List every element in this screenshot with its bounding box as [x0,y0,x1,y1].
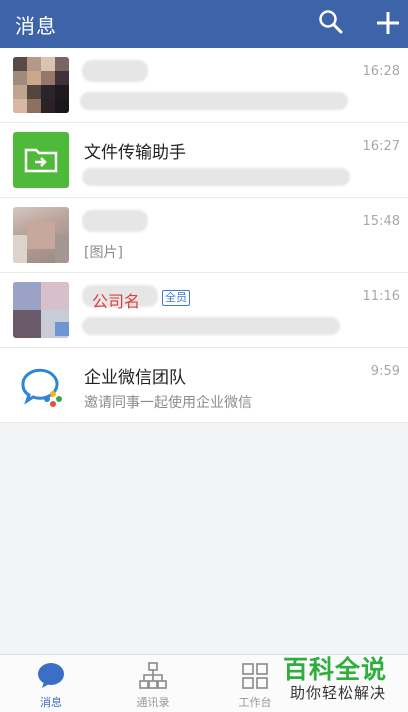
redacted-preview [82,168,350,186]
chat-item[interactable]: 企业微信团队 9:59 邀请同事一起使用企业微信 [0,348,408,423]
tab-messages[interactable]: 消息 [0,655,102,712]
chat-list: 16:28 文件传输助手 16:27 15:48 [图片] 公司名 全员 11:… [0,48,408,423]
redacted-name [82,210,148,232]
chat-item[interactable]: 16:28 [0,48,408,123]
avatar [13,132,69,188]
org-chart-icon [139,662,167,689]
redacted-name [82,60,148,82]
chat-time: 11:16 [362,289,400,304]
folder-icon [24,148,58,173]
top-bar: 消息 [0,0,408,48]
chat-time: 15:48 [362,214,400,229]
tab-label: 通讯录 [136,696,170,709]
chat-preview: [图片] [84,245,123,261]
all-members-badge: 全员 [162,290,190,306]
redacted-preview [80,92,348,110]
chat-name: 企业微信团队 [84,368,186,388]
avatar [13,357,69,413]
page-title: 消息 [15,14,57,38]
chat-time: 16:27 [362,139,400,154]
search-icon[interactable] [318,9,344,35]
watermark-subtitle: 助你轻松解决 [290,684,387,702]
chat-time: 16:28 [362,64,400,79]
redacted-preview [82,317,340,335]
chat-bubble-icon [38,663,64,688]
add-icon[interactable] [374,9,402,37]
wecom-logo-icon [21,368,62,407]
avatar [13,57,69,113]
chat-item[interactable]: 15:48 [图片] [0,198,408,273]
chat-time: 9:59 [370,364,400,379]
chat-item[interactable]: 文件传输助手 16:27 [0,123,408,198]
avatar [13,282,69,338]
tab-contacts[interactable]: 通讯录 [102,655,204,712]
chat-name: 文件传输助手 [84,143,186,163]
avatar [13,207,69,263]
chat-name: 公司名 [92,292,141,311]
grid-icon [242,663,268,689]
tab-label: 消息 [40,696,62,709]
watermark-title: 百科全说 [283,655,388,684]
chat-preview: 邀请同事一起使用企业微信 [84,395,252,411]
chat-item[interactable]: 公司名 全员 11:16 [0,273,408,348]
